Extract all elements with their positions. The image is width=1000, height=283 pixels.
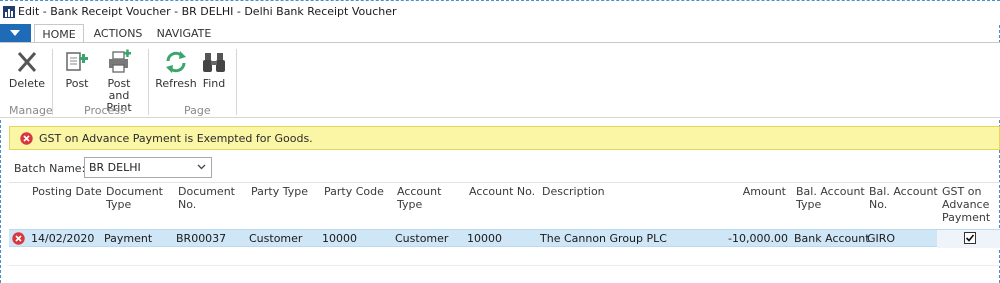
header-text: Type <box>397 198 423 211</box>
notification-message: GST on Advance Payment is Exempted for G… <box>39 132 313 145</box>
delete-label: Delete <box>8 77 46 90</box>
delete-icon <box>17 52 37 72</box>
header-text: Amount <box>742 185 786 198</box>
cell-party-code[interactable]: 10000 <box>322 232 357 245</box>
column-header-account-no[interactable]: Account No. <box>469 185 535 198</box>
column-header-document-no[interactable]: Document No. <box>178 185 235 211</box>
batch-name-select[interactable]: BR DELHI <box>84 157 212 178</box>
header-text: Bal. Account <box>869 185 938 198</box>
tab-navigate[interactable]: NAVIGATE <box>152 24 216 42</box>
empty-row[interactable] <box>9 248 1000 266</box>
cell-posting-date[interactable]: 14/02/2020 <box>31 232 94 245</box>
header-text: Document <box>178 185 235 198</box>
journal-lines-grid: Posting Date Document Type Document No. … <box>9 182 1000 283</box>
chevron-down-icon <box>197 164 206 170</box>
delete-button[interactable]: Delete <box>8 49 46 90</box>
header-text: Advance <box>942 198 990 211</box>
post-icon <box>66 52 88 71</box>
header-text: Description <box>542 185 605 198</box>
header-text: Bal. Account <box>796 185 865 198</box>
error-icon <box>20 132 33 145</box>
header-text: Party Type <box>251 185 308 198</box>
header-text: Account <box>397 185 442 198</box>
batch-name-label: Batch Name: <box>14 162 86 175</box>
cell-party-type[interactable]: Customer <box>249 232 302 245</box>
window-title: Edit - Bank Receipt Voucher - BR DELHI -… <box>18 5 397 18</box>
notification-bar: GST on Advance Payment is Exempted for G… <box>9 126 1000 150</box>
cell-amount[interactable]: -10,000.00 <box>709 232 788 245</box>
tab-home[interactable]: HOME <box>34 24 84 44</box>
cell-bal-account-type[interactable]: Bank Account <box>794 232 870 245</box>
column-header-account-type[interactable]: Account Type <box>397 185 441 211</box>
column-header-document-type[interactable]: Document Type <box>106 185 163 211</box>
chevron-down-icon <box>10 30 20 36</box>
post-button[interactable]: Post <box>62 49 92 90</box>
header-text: GST on <box>942 185 982 198</box>
header-text: Account No. <box>469 185 536 198</box>
group-label-manage: Manage <box>9 104 53 117</box>
column-header-bal-account-no[interactable]: Bal. Account No. <box>869 185 938 211</box>
cell-document-type[interactable]: Payment <box>104 232 152 245</box>
header-text: Type <box>106 198 132 211</box>
cell-document-no[interactable]: BR00037 <box>176 232 226 245</box>
batch-name-value: BR DELHI <box>89 161 141 174</box>
header-text: Document <box>106 185 163 198</box>
title-bar: Edit - Bank Receipt Voucher - BR DELHI -… <box>0 0 1000 24</box>
table-row[interactable]: 14/02/2020 Payment BR00037 Customer 1000… <box>9 229 1000 248</box>
header-text: Party Code <box>324 185 384 198</box>
group-label-process: Process <box>84 104 126 117</box>
printer-icon <box>109 49 131 73</box>
tab-actions[interactable]: ACTIONS <box>88 24 148 42</box>
group-label-page: Page <box>184 104 211 117</box>
column-header-amount[interactable]: Amount <box>709 185 786 198</box>
ribbon-tab-bar: HOME ACTIONS NAVIGATE <box>0 24 1000 44</box>
find-button[interactable]: Find <box>200 49 228 90</box>
header-text: No. <box>178 198 197 211</box>
refresh-label: Refresh <box>155 77 197 90</box>
ribbon: Delete Post Post and Print Refresh Find … <box>0 42 1000 118</box>
error-icon <box>12 232 25 245</box>
app-menu-button[interactable] <box>0 24 31 42</box>
column-header-posting-date[interactable]: Posting Date <box>32 185 102 198</box>
find-label: Find <box>202 77 226 90</box>
cell-account-type[interactable]: Customer <box>395 232 448 245</box>
refresh-icon <box>166 51 186 73</box>
column-header-bal-account-type[interactable]: Bal. Account Type <box>796 185 865 211</box>
gst-checkbox[interactable] <box>964 232 976 244</box>
cell-account-no[interactable]: 10000 <box>467 232 502 245</box>
header-text: Type <box>796 198 822 211</box>
binoculars-icon <box>203 53 225 72</box>
refresh-button[interactable]: Refresh <box>155 49 197 90</box>
column-header-party-code[interactable]: Party Code <box>324 185 384 198</box>
column-header-gst-on-advance-payment[interactable]: GST on Advance Payment <box>942 185 990 224</box>
column-header-description[interactable]: Description <box>542 185 605 198</box>
post-label: Post <box>65 77 89 90</box>
column-header-party-type[interactable]: Party Type <box>251 185 308 198</box>
header-text: No. <box>869 198 888 211</box>
cell-bal-account-no[interactable]: GIRO <box>867 232 895 245</box>
header-text: Payment <box>942 211 991 224</box>
app-icon <box>3 6 15 18</box>
post-and-print-label-line1: Post and <box>107 77 131 102</box>
group-separator <box>236 49 237 115</box>
header-text: Posting Date <box>32 185 102 198</box>
group-separator <box>148 49 149 115</box>
cell-description[interactable]: The Cannon Group PLC <box>540 232 667 245</box>
